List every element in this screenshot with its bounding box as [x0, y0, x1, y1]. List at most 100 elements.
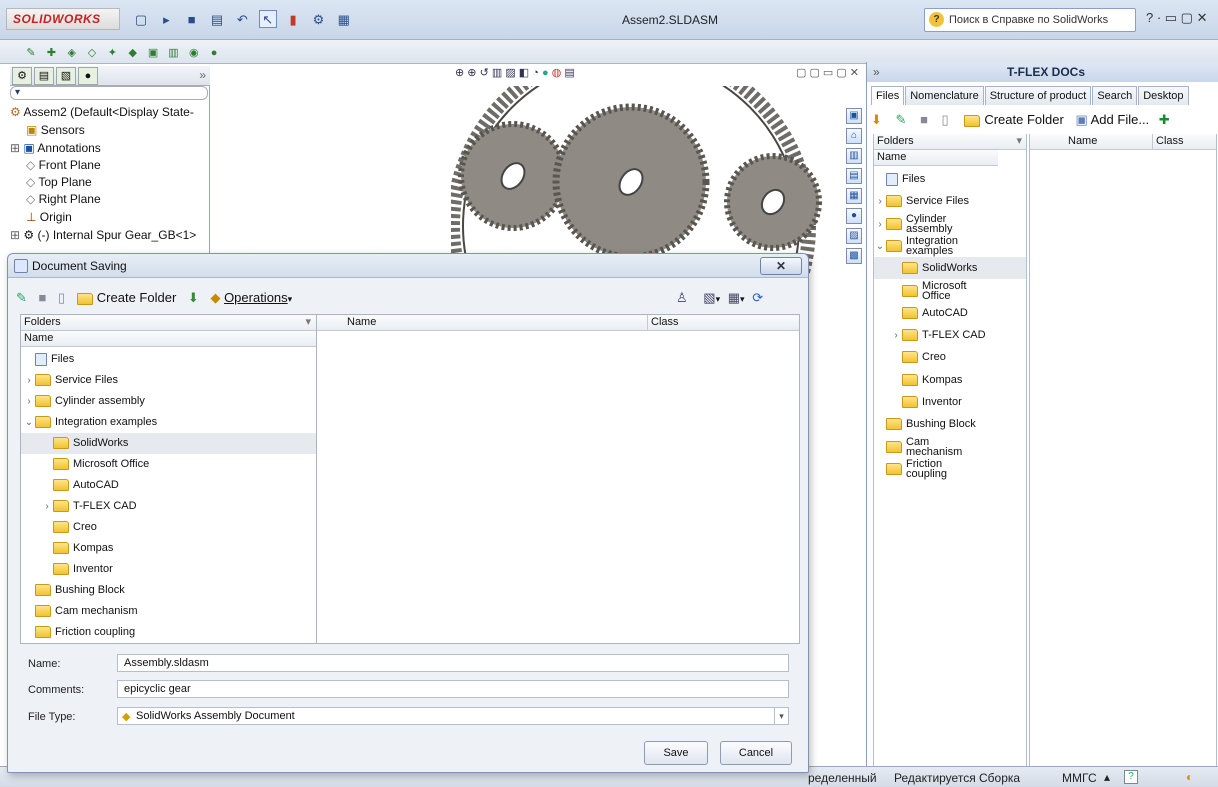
tree-filter-input[interactable]: ▾	[10, 86, 208, 100]
folder-item[interactable]: AutoCAD	[21, 475, 317, 496]
folder-item[interactable]: Creo	[874, 346, 1026, 368]
check-icon[interactable]: ●	[207, 44, 221, 62]
open-icon[interactable]: ▸	[157, 11, 175, 29]
reference-geometry-icon[interactable]: ▣	[146, 44, 160, 62]
document-icon[interactable]: ▯	[58, 290, 65, 305]
expand-arrow-icon[interactable]: ›	[890, 325, 902, 347]
tree-item-top-plane[interactable]: ◇ Top Plane	[26, 174, 92, 191]
config-tab[interactable]: ▧	[56, 67, 76, 85]
folder-item[interactable]: › T-FLEX CAD	[874, 324, 1026, 346]
zoom-fit-icon[interactable]: ⊕	[455, 67, 464, 79]
tab-desktop[interactable]: Desktop	[1138, 86, 1189, 105]
window-controls[interactable]: ? · ▭ ▢ ✕	[1146, 10, 1207, 26]
appearance-icon[interactable]: ●	[846, 208, 862, 224]
list-name-header[interactable]: Name	[317, 315, 647, 331]
folder-item[interactable]: Inventor	[874, 391, 1026, 413]
scene-icon[interactable]: ◍	[552, 67, 562, 79]
folder-item[interactable]: Creo	[21, 517, 317, 538]
folder-item[interactable]: Kompas	[874, 369, 1026, 391]
view-settings-icon[interactable]: ▦	[335, 11, 353, 29]
view-orientation-icon[interactable]: ▨	[505, 67, 515, 79]
folder-item[interactable]: AutoCAD	[874, 302, 1026, 324]
checkin-icon[interactable]: ⬇	[188, 290, 199, 305]
edit-icon[interactable]: ✎	[16, 290, 27, 305]
folder-item[interactable]: Bushing Block	[21, 580, 317, 601]
appearance-icon[interactable]: ●	[542, 67, 549, 79]
tree-item-origin[interactable]: ⊥ Origin	[26, 209, 72, 226]
undo-icon[interactable]: ↶	[233, 11, 251, 29]
save-icon[interactable]: ■	[39, 290, 47, 305]
folder-item[interactable]: › Cylinder assembly	[21, 391, 317, 412]
expand-arrow-icon[interactable]: ›	[874, 191, 886, 213]
bom-icon[interactable]: ▥	[166, 44, 180, 62]
create-folder-button[interactable]: Create Folder	[97, 290, 176, 305]
tree-item-internal-gear[interactable]: ⊞ ⚙ (-) Internal Spur Gear_GB<1>	[10, 227, 196, 244]
folder-item[interactable]: Files	[874, 168, 1026, 190]
edit-icon[interactable]: ✎	[896, 112, 907, 127]
expand-arrow-icon[interactable]: ›	[23, 370, 35, 391]
document-icon[interactable]: ▯	[942, 112, 949, 127]
viewport-controls[interactable]: ▢ ▢ ▭ ▢ ✕	[796, 66, 859, 79]
collapse-panel-icon[interactable]: »	[873, 62, 880, 82]
tab-search[interactable]: Search	[1092, 86, 1138, 105]
user-icon[interactable]: ♙	[676, 290, 688, 305]
mate-icon[interactable]: ✎	[24, 44, 38, 62]
list-class-header[interactable]: Class	[1152, 134, 1216, 150]
expand-arrow-icon[interactable]: ⌄	[874, 236, 886, 258]
chevron-down-icon[interactable]: ▾	[774, 708, 788, 724]
folder-item[interactable]: › T-FLEX CAD	[21, 496, 317, 517]
help-search-input[interactable]: ? Поиск в Справке по SolidWorks	[924, 8, 1136, 32]
rebuild-status-icon[interactable]: ◐	[1186, 770, 1193, 784]
close-button[interactable]: ✕	[760, 257, 802, 275]
folder-item[interactable]: Friction coupling	[21, 622, 317, 643]
palette-icon[interactable]: ▦	[846, 188, 862, 204]
print-icon[interactable]: ▤	[208, 11, 226, 29]
hide-show-icon[interactable]: ◔	[532, 67, 539, 79]
folder-item[interactable]: SolidWorks	[874, 257, 1026, 280]
name-column-header[interactable]: Name	[21, 331, 317, 347]
create-folder-button[interactable]: Create Folder	[984, 112, 1063, 127]
expand-arrow-icon[interactable]: ›	[41, 496, 53, 517]
custom-properties-icon[interactable]: ▨	[846, 228, 862, 244]
tab-structure-of-product[interactable]: Structure of product	[984, 86, 1092, 105]
folder-item[interactable]: › Service Files	[21, 370, 317, 391]
view-settings-icon[interactable]: ▤	[564, 67, 574, 79]
view-mode-icon[interactable]: ▧	[703, 290, 715, 305]
folder-item[interactable]: Friction coupling	[874, 458, 1026, 480]
tflex-docs-icon[interactable]: ▩	[846, 248, 862, 264]
assembly-feature-icon[interactable]: ◆	[126, 44, 140, 62]
name-field[interactable]: Assembly.sldasm	[117, 654, 789, 672]
tree-item-annotations[interactable]: ⊞ ▣ Annotations	[10, 140, 101, 157]
explode-icon[interactable]: ✦	[105, 44, 119, 62]
status-units[interactable]: ММГС	[1062, 771, 1097, 785]
move-component-icon[interactable]: ◇	[85, 44, 99, 62]
solidworks-logo[interactable]: SOLIDWORKS	[6, 8, 120, 30]
insert-component-icon[interactable]: ✚	[44, 44, 58, 62]
save-icon[interactable]: ■	[920, 112, 928, 127]
add-file-button[interactable]: Add File...	[1091, 112, 1150, 127]
folder-item[interactable]: Bushing Block	[874, 413, 1026, 435]
library-icon[interactable]: ▥	[846, 148, 862, 164]
folder-item[interactable]: Microsoft Office	[874, 280, 1026, 302]
property-tab[interactable]: ▤	[34, 67, 54, 85]
file-type-select[interactable]: ◆ SolidWorks Assembly Document ▾	[117, 707, 789, 725]
folder-item[interactable]: Kompas	[21, 538, 317, 559]
expand-arrow-icon[interactable]: ›	[23, 391, 35, 412]
folder-item[interactable]: ⌄ Integration examples	[21, 412, 317, 433]
tree-item-sensors[interactable]: ▣ Sensors	[26, 122, 85, 139]
folder-item[interactable]: ⌄ Integration examples	[874, 235, 1026, 257]
select-icon[interactable]: ↖	[258, 10, 277, 28]
folder-item[interactable]: › Service Files	[874, 190, 1026, 212]
pattern-icon[interactable]: ◈	[65, 44, 79, 62]
options-icon[interactable]: ⚙	[309, 11, 327, 29]
zoom-area-icon[interactable]: ⊕	[467, 67, 476, 79]
tflex-file-list[interactable]: Name Class	[1029, 134, 1217, 787]
comments-field[interactable]: epicyclic gear	[117, 680, 789, 698]
display-tab[interactable]: ●	[78, 67, 98, 85]
list-name-header[interactable]: Name	[1030, 134, 1152, 150]
save-button[interactable]: Save	[644, 741, 708, 765]
layout-icon[interactable]: ▦	[728, 290, 740, 305]
home-icon[interactable]: ⌂	[846, 128, 862, 144]
list-class-header[interactable]: Class	[647, 315, 799, 331]
folder-item[interactable]: › Cylinder assembly	[874, 213, 1026, 235]
